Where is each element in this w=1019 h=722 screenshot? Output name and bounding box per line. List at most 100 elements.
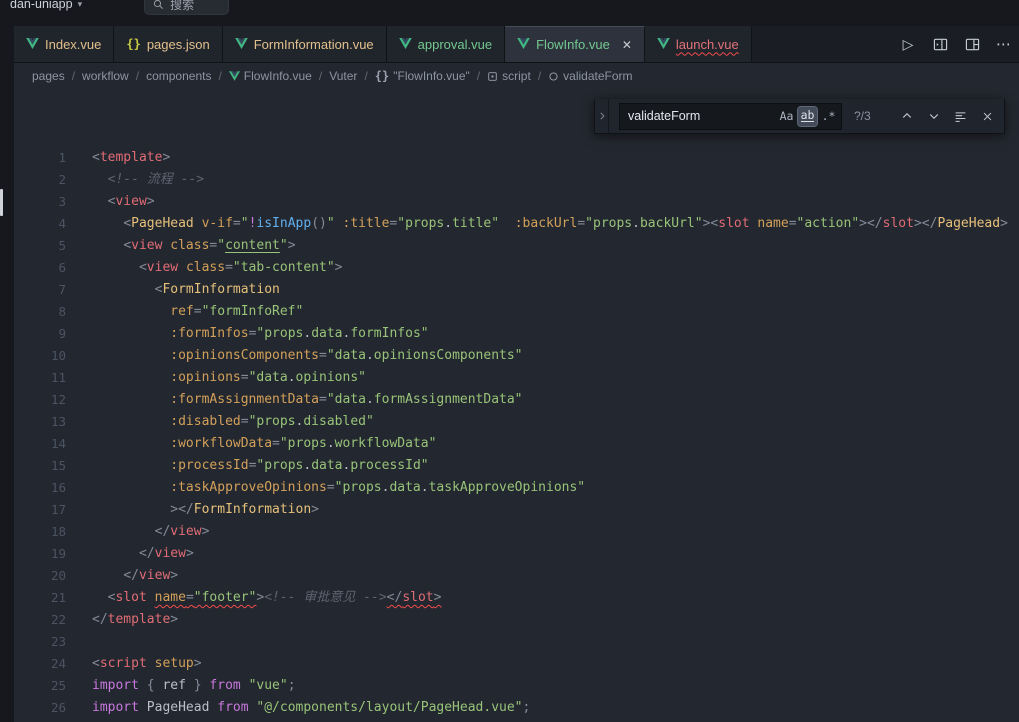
editor-layout-button[interactable] (963, 35, 981, 53)
code-line[interactable]: 4 <PageHead v-if="!isInApp()" :title="pr… (14, 213, 1019, 235)
find-input[interactable] (626, 108, 775, 124)
line-number: 17 (14, 499, 66, 521)
match-case-button[interactable]: Aa (777, 107, 796, 126)
breadcrumb-item[interactable]: pages (32, 69, 65, 83)
editor-pane[interactable]: Aa ab .* ?/3 (14, 89, 1019, 722)
find-in-selection-button[interactable] (950, 106, 971, 127)
code-line[interactable]: 23 (14, 631, 1019, 653)
tab-label: pages.json (147, 37, 210, 52)
toggle-replace-button[interactable] (595, 99, 609, 133)
run-button[interactable]: ▷ (899, 35, 917, 53)
workspace-menu[interactable]: dan-uniapp ▾ (4, 0, 88, 13)
code-line[interactable]: 2 <!-- 流程 --> (14, 169, 1019, 191)
next-match-button[interactable] (923, 106, 944, 127)
selection-icon (954, 110, 967, 123)
code-line[interactable]: 22</template> (14, 609, 1019, 631)
code-line[interactable]: 8 ref="formInfoRef" (14, 301, 1019, 323)
code-line[interactable]: 16 :taskApproveOpinions="props.data.task… (14, 477, 1019, 499)
vue-icon (657, 37, 670, 52)
whole-word-button[interactable]: ab (798, 107, 817, 126)
code-text: <view class="content"> (92, 235, 296, 257)
code-line[interactable]: 17 ></FormInformation> (14, 499, 1019, 521)
breadcrumb-label: "FlowInfo.vue" (393, 69, 470, 83)
line-number: 9 (14, 323, 66, 345)
line-number: 8 (14, 301, 66, 323)
breadcrumb-item[interactable]: Vuter (329, 69, 357, 83)
vue-icon (235, 38, 248, 49)
line-number: 11 (14, 367, 66, 389)
vue-icon (517, 37, 530, 52)
code-line[interactable]: 15 :processId="props.data.processId" (14, 455, 1019, 477)
tab-label: FlowInfo.vue (536, 37, 610, 52)
line-number: 15 (14, 455, 66, 477)
code-text: </view> (92, 543, 194, 565)
tab-label: approval.vue (418, 37, 492, 52)
title-bar: dan-uniapp ▾ 搜索 (0, 0, 1019, 26)
code-line[interactable]: 10 :opinionsComponents="data.opinionsCom… (14, 345, 1019, 367)
code-line[interactable]: 5 <view class="content"> (14, 235, 1019, 257)
open-changes-button[interactable] (931, 35, 949, 53)
line-number: 19 (14, 543, 66, 565)
tab-pages.json[interactable]: {}pages.json (114, 26, 222, 62)
code-line[interactable]: 13 :disabled="props.disabled" (14, 411, 1019, 433)
chevron-up-icon (901, 110, 913, 122)
search-command-center[interactable]: 搜索 (144, 0, 229, 15)
code-line[interactable]: 24<script setup> (14, 653, 1019, 675)
code-line[interactable]: 14 :workflowData="props.workflowData" (14, 433, 1019, 455)
code-area[interactable]: 1<template>2 <!-- 流程 -->3 <view>4 <PageH… (14, 89, 1019, 719)
breadcrumb-label: components (146, 69, 211, 83)
code-line[interactable]: 21 <slot name="footer"><!-- 审批意见 --></sl… (14, 587, 1019, 609)
code-line[interactable]: 6 <view class="tab-content"> (14, 257, 1019, 279)
code-line[interactable]: 25import { ref } from "vue"; (14, 675, 1019, 697)
search-label: 搜索 (170, 0, 194, 13)
tab-label: Index.vue (45, 37, 101, 52)
code-line[interactable]: 12 :formAssignmentData="data.formAssignm… (14, 389, 1019, 411)
line-number: 26 (14, 697, 66, 719)
previous-match-button[interactable] (896, 106, 917, 127)
line-number: 16 (14, 477, 66, 499)
activity-bar-indicator (0, 189, 3, 216)
tab-FormInformation.vue[interactable]: FormInformation.vue (223, 26, 387, 62)
close-find-button[interactable] (977, 106, 998, 127)
breadcrumb-item[interactable]: components (146, 69, 211, 83)
vue-icon (399, 37, 412, 52)
code-text: :taskApproveOpinions="props.data.taskApp… (92, 477, 585, 499)
breadcrumb-label: workflow (82, 69, 129, 83)
vue-icon (657, 38, 670, 49)
regex-button[interactable]: .* (819, 107, 838, 126)
more-actions-button[interactable]: ⋯ (995, 35, 1013, 53)
find-input-box: Aa ab .* (619, 103, 842, 130)
code-line[interactable]: 3 <view> (14, 191, 1019, 213)
breadcrumb-item[interactable]: FlowInfo.vue (229, 69, 312, 83)
code-line[interactable]: 18 </view> (14, 521, 1019, 543)
tab-FlowInfo.vue[interactable]: FlowInfo.vue ✕ (505, 26, 645, 62)
close-tab-icon[interactable]: ✕ (622, 38, 632, 52)
code-line[interactable]: 19 </view> (14, 543, 1019, 565)
code-line[interactable]: 20 </view> (14, 565, 1019, 587)
code-line[interactable]: 11 :opinions="data.opinions" (14, 367, 1019, 389)
breadcrumb-item[interactable]: validateForm (548, 69, 632, 83)
line-number: 2 (14, 169, 66, 191)
braces-icon: {} (375, 69, 389, 83)
breadcrumb-separator: / (218, 69, 221, 83)
workbench: Index.vue{}pages.jsonFormInformation.vue… (0, 26, 1019, 722)
breadcrumb-item[interactable]: {} "FlowInfo.vue" (375, 69, 470, 83)
tab-approval.vue[interactable]: approval.vue (387, 26, 505, 62)
code-line[interactable]: 7 <FormInformation (14, 279, 1019, 301)
breadcrumb-item[interactable]: workflow (82, 69, 129, 83)
breadcrumb-item[interactable]: script (487, 69, 531, 83)
chevron-down-icon: ▾ (78, 0, 83, 10)
code-text: :opinionsComponents="data.opinionsCompon… (92, 345, 523, 367)
tab-launch.vue[interactable]: launch.vue (645, 26, 752, 62)
code-line[interactable]: 26import PageHead from "@/components/lay… (14, 697, 1019, 719)
line-number: 5 (14, 235, 66, 257)
code-text: </template> (92, 609, 178, 631)
tab-Index.vue[interactable]: Index.vue (14, 26, 114, 62)
breadcrumb-separator: / (364, 69, 367, 83)
code-text: <!-- 流程 --> (92, 169, 204, 191)
code-line[interactable]: 9 :formInfos="props.data.formInfos" (14, 323, 1019, 345)
line-number: 6 (14, 257, 66, 279)
code-text: ref="formInfoRef" (92, 301, 303, 323)
breadcrumb-separator: / (136, 69, 139, 83)
code-line[interactable]: 1<template> (14, 147, 1019, 169)
